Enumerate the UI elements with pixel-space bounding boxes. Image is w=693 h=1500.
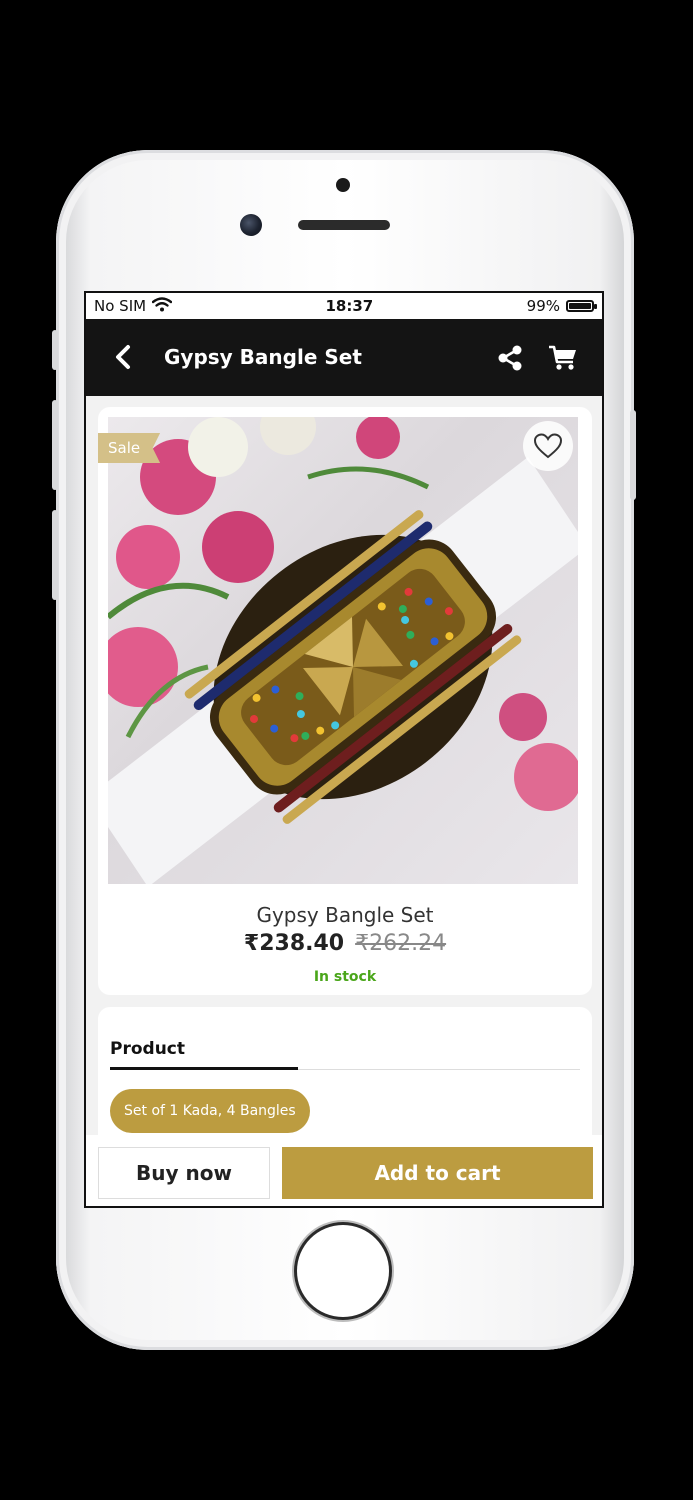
action-bar: Buy now Add to cart: [86, 1135, 602, 1206]
sale-badge: Sale: [98, 433, 161, 463]
carrier-label: No SIM: [94, 297, 147, 315]
battery-percent: 99%: [526, 297, 560, 315]
cart-icon: [549, 345, 576, 370]
app-header: Gypsy Bangle Set: [86, 319, 602, 396]
app-screen: No SIM 18:37 99% Gypsy Bangle Set Sale G…: [84, 291, 604, 1208]
share-icon: [498, 345, 522, 371]
original-price: ₹262.24: [355, 931, 447, 956]
earpiece-speaker: [298, 220, 390, 230]
buy-now-button[interactable]: Buy now: [98, 1147, 270, 1199]
clock: 18:37: [325, 297, 374, 315]
wifi-icon: [151, 296, 173, 316]
add-to-cart-button[interactable]: Add to cart: [282, 1147, 593, 1199]
price-row: ₹238.40 ₹262.24: [98, 931, 592, 956]
volume-down-button: [52, 510, 58, 600]
wishlist-button[interactable]: [523, 421, 573, 471]
battery-icon: [566, 300, 597, 312]
page-title: Gypsy Bangle Set: [164, 345, 362, 369]
status-bar: No SIM 18:37 99%: [86, 293, 602, 319]
product-name: Gypsy Bangle Set: [256, 903, 434, 927]
options-card: Product Set of 1 Kada, 4 Bangles: [98, 1007, 592, 1137]
home-button[interactable]: [297, 1225, 389, 1317]
active-tab-indicator: [110, 1067, 298, 1070]
back-button[interactable]: [110, 343, 136, 371]
front-camera: [240, 214, 262, 236]
back-icon: [116, 345, 130, 369]
current-price: ₹238.40: [243, 931, 345, 956]
mute-switch: [52, 330, 58, 370]
stock-status: In stock: [313, 969, 377, 985]
heart-icon: [534, 433, 562, 459]
share-button[interactable]: [496, 344, 524, 372]
power-button: [630, 410, 636, 500]
product-image[interactable]: [108, 417, 578, 884]
volume-up-button: [52, 400, 58, 490]
tab-product[interactable]: Product: [110, 1039, 185, 1059]
proximity-sensor: [336, 178, 350, 192]
product-card: Sale Gypsy Bangle Set ₹238.40 ₹262.24 In…: [98, 407, 592, 995]
cart-button[interactable]: [548, 344, 578, 372]
variant-option[interactable]: Set of 1 Kada, 4 Bangles: [110, 1089, 310, 1133]
